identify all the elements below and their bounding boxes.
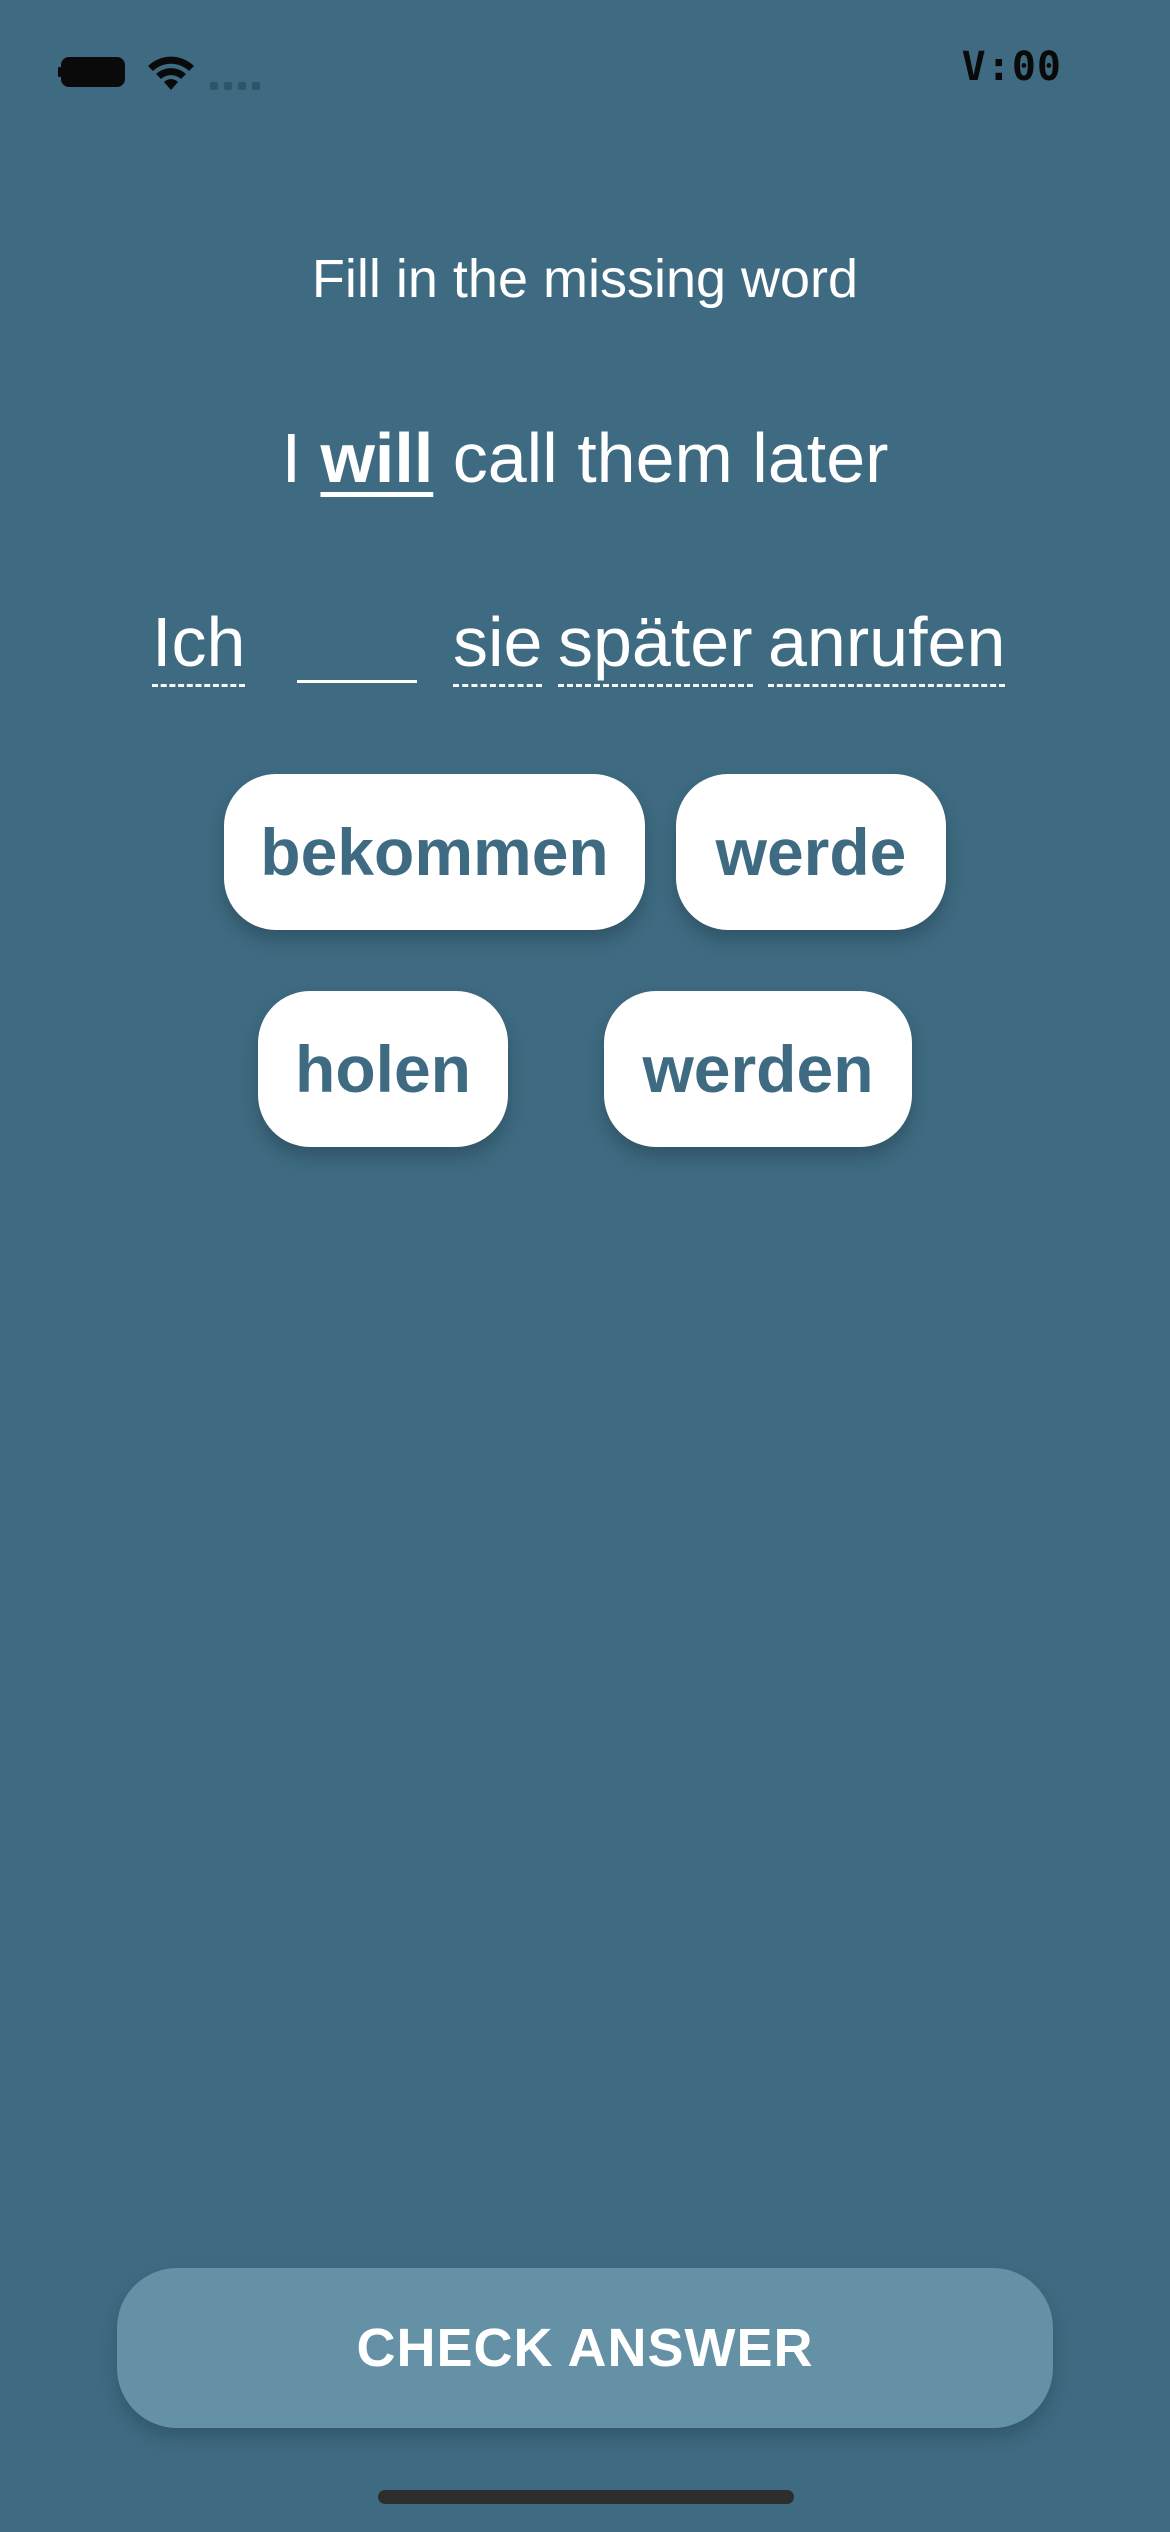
status-bar: V:00 xyxy=(0,0,1170,140)
english-highlighted-word: will xyxy=(320,419,434,497)
english-sentence: I will call them later xyxy=(0,418,1170,498)
battery-icon xyxy=(58,57,125,87)
check-answer-button[interactable]: CHECK ANSWER xyxy=(117,2268,1053,2428)
german-word-anrufen[interactable]: anrufen xyxy=(768,600,1006,687)
german-word-spaeter[interactable]: später xyxy=(558,600,753,687)
option-holen-button[interactable]: holen xyxy=(258,991,508,1147)
wifi-icon xyxy=(148,56,194,90)
option-werde-button[interactable]: werde xyxy=(676,774,946,930)
english-sentence-after: call them later xyxy=(433,419,889,497)
german-word-sie[interactable]: sie xyxy=(453,600,543,687)
option-bekommen-button[interactable]: bekommen xyxy=(224,774,645,930)
option-werden-button[interactable]: werden xyxy=(604,991,912,1147)
english-sentence-before: I xyxy=(281,419,321,497)
instruction-text: Fill in the missing word xyxy=(311,249,859,309)
cellular-signal-icon xyxy=(210,82,260,90)
german-word-ich[interactable]: Ich xyxy=(152,600,246,687)
status-time: V:00 xyxy=(961,44,1062,90)
home-indicator[interactable] xyxy=(378,2490,794,2504)
answer-blank[interactable] xyxy=(297,680,417,683)
german-sentence: Ich sie später anrufen xyxy=(0,600,1170,690)
